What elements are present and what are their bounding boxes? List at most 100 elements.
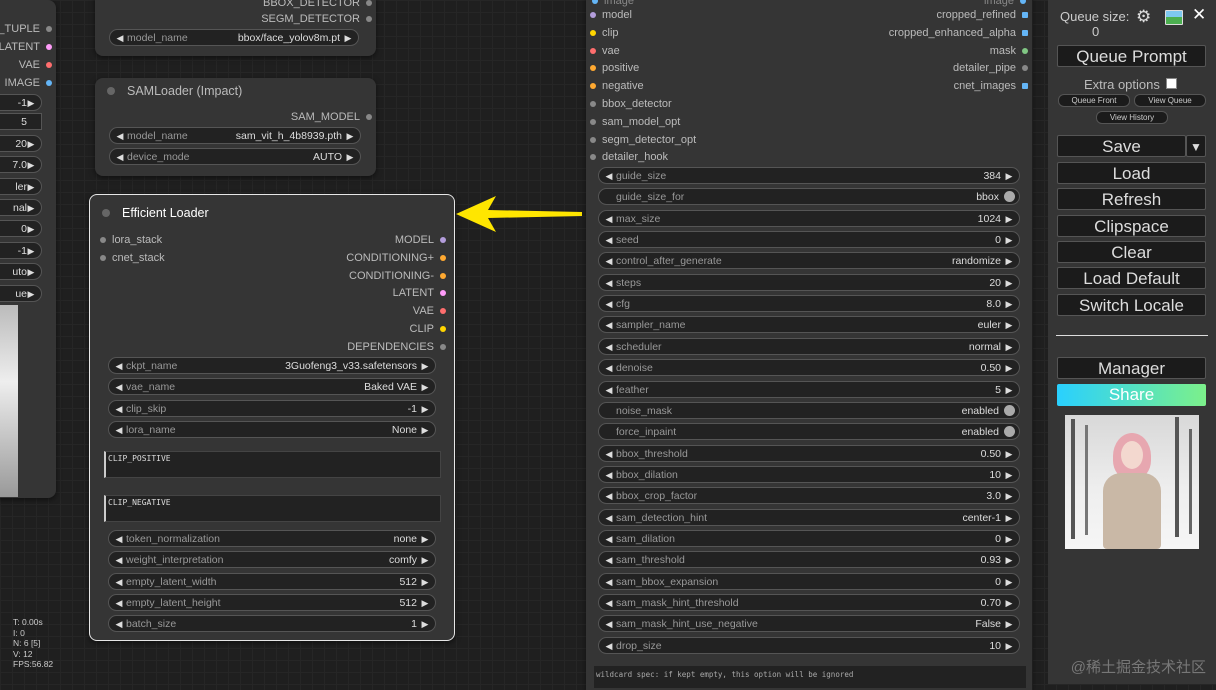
output-slot[interactable]: mask: [990, 44, 1028, 58]
decrement-arrow-icon[interactable]: ◀: [603, 275, 615, 292]
increment-arrow-icon[interactable]: ▶: [1003, 275, 1015, 292]
clipspace-button[interactable]: Clipspace: [1057, 215, 1206, 237]
decrement-arrow-icon[interactable]: ◀: [603, 232, 615, 249]
increment-arrow-icon[interactable]: ▶: [1003, 616, 1015, 633]
widget-row[interactable]: uto ▶: [0, 263, 42, 280]
increment-arrow-icon[interactable]: ▶: [344, 128, 356, 145]
decrement-arrow-icon[interactable]: ◀: [113, 595, 125, 612]
input-slot[interactable]: model: [590, 8, 632, 22]
widget-row[interactable]: 5: [0, 113, 42, 130]
decrement-arrow-icon[interactable]: ◀: [603, 574, 615, 591]
face-detailer-node[interactable]: image image model clip vae positive negative…: [586, 0, 1032, 690]
input-slot[interactable]: cnet_stack: [100, 251, 165, 265]
increment-arrow-icon[interactable]: ▶: [1003, 595, 1015, 612]
decrement-arrow-icon[interactable]: ◀: [603, 616, 615, 633]
decrement-arrow-icon[interactable]: ◀: [603, 253, 615, 270]
increment-arrow-icon[interactable]: ▶: [419, 531, 431, 548]
decrement-arrow-icon[interactable]: ◀: [603, 168, 615, 185]
increment-arrow-icon[interactable]: ▶: [1003, 467, 1015, 484]
decrement-arrow-icon[interactable]: ◀: [114, 30, 126, 47]
decrement-arrow-icon[interactable]: ◀: [113, 531, 125, 548]
increment-arrow-icon[interactable]: ▶: [25, 243, 37, 260]
widget-row[interactable]: guide_size_for bbox: [598, 188, 1020, 206]
input-slot[interactable]: clip: [590, 26, 619, 40]
increment-arrow-icon[interactable]: ▶: [25, 264, 37, 281]
increment-arrow-icon[interactable]: ▶: [25, 286, 37, 303]
decrement-arrow-icon[interactable]: ◀: [603, 488, 615, 505]
node-title[interactable]: SAMLoader (Impact): [95, 78, 376, 104]
toggle-switch-icon[interactable]: [1004, 191, 1015, 203]
view-queue-button[interactable]: View Queue: [1134, 94, 1206, 107]
widget-sam-device-mode[interactable]: ◀ device_mode AUTO ▶: [109, 148, 361, 165]
left-partial-node[interactable]: _TUPLE LATENT VAE IMAGE -1 ▶ 5 20 ▶ 7.0 ▶ ler ▶ nal ▶…: [0, 0, 56, 498]
decrement-arrow-icon[interactable]: ◀: [603, 296, 615, 313]
close-icon[interactable]: ✕: [1192, 5, 1206, 25]
output-slot[interactable]: detailer_pipe: [953, 61, 1028, 75]
decrement-arrow-icon[interactable]: ◀: [603, 510, 615, 527]
input-image[interactable]: image: [592, 0, 634, 8]
widget-row[interactable]: ◀ seed 0 ▶: [598, 231, 1020, 249]
widget-row[interactable]: ◀ sam_threshold 0.93 ▶: [598, 551, 1020, 569]
image-gallery-icon[interactable]: [1165, 10, 1183, 25]
output-slot[interactable]: cropped_enhanced_alpha: [889, 26, 1028, 40]
widget-row[interactable]: ◀ steps 20 ▶: [598, 273, 1020, 292]
input-slot[interactable]: vae: [590, 44, 620, 58]
widget-row[interactable]: ue ▶: [0, 285, 42, 302]
output-slot[interactable]: MODEL: [395, 233, 446, 247]
decrement-arrow-icon[interactable]: ◀: [114, 149, 126, 166]
increment-arrow-icon[interactable]: ▶: [1003, 339, 1015, 356]
increment-arrow-icon[interactable]: ▶: [1003, 552, 1015, 569]
decrement-arrow-icon[interactable]: ◀: [603, 467, 615, 484]
increment-arrow-icon[interactable]: ▶: [1003, 574, 1015, 591]
widget-row[interactable]: ◀ bbox_dilation 10 ▶: [598, 465, 1020, 484]
output-slot[interactable]: CLIP: [410, 322, 446, 336]
collapse-dot-icon[interactable]: [102, 209, 110, 217]
widget-row[interactable]: 20 ▶: [0, 135, 42, 152]
widget-row[interactable]: ◀ cfg 8.0 ▶: [598, 295, 1020, 313]
decrement-arrow-icon[interactable]: ◀: [113, 574, 125, 591]
queue-front-button[interactable]: Queue Front: [1058, 94, 1130, 107]
output-sam-model[interactable]: SAM_MODEL: [291, 110, 372, 124]
toggle-switch-icon[interactable]: [1004, 404, 1015, 416]
increment-arrow-icon[interactable]: ▶: [1003, 360, 1015, 377]
increment-arrow-icon[interactable]: ▶: [1003, 211, 1015, 228]
widget-row[interactable]: 7.0 ▶: [0, 156, 42, 173]
save-button[interactable]: Save: [1057, 135, 1186, 157]
increment-arrow-icon[interactable]: ▶: [1003, 232, 1015, 249]
output-slot[interactable]: LATENT: [0, 40, 52, 54]
decrement-arrow-icon[interactable]: ◀: [114, 128, 126, 145]
widget-row[interactable]: ◀ sam_dilation 0 ▶: [598, 529, 1020, 547]
output-slot[interactable]: cropped_refined: [936, 8, 1028, 22]
decrement-arrow-icon[interactable]: ◀: [113, 422, 125, 439]
decrement-arrow-icon[interactable]: ◀: [603, 446, 615, 463]
widget-row[interactable]: ◀ bbox_crop_factor 3.0 ▶: [598, 487, 1020, 505]
widget-row[interactable]: ◀ guide_size 384 ▶: [598, 167, 1020, 184]
output-bbox-detector[interactable]: BBOX_DETECTOR: [263, 0, 372, 10]
increment-arrow-icon[interactable]: ▶: [419, 574, 431, 591]
widget-row[interactable]: ◀ batch_size 1 ▶: [108, 615, 436, 633]
widget-row[interactable]: noise_mask enabled: [598, 401, 1020, 419]
view-history-button[interactable]: View History: [1096, 111, 1168, 124]
widget-row[interactable]: ◀ vae_name Baked VAE ▶: [108, 378, 436, 396]
input-slot[interactable]: lora_stack: [100, 233, 162, 247]
input-slot[interactable]: negative: [590, 79, 644, 93]
widget-row[interactable]: -1 ▶: [0, 242, 42, 259]
collapse-dot-icon[interactable]: [107, 87, 115, 95]
decrement-arrow-icon[interactable]: ◀: [113, 379, 125, 396]
share-button[interactable]: Share: [1057, 384, 1206, 406]
widget-row[interactable]: ◀ bbox_threshold 0.50 ▶: [598, 444, 1020, 463]
output-slot[interactable]: IMAGE: [5, 76, 52, 90]
output-slot[interactable]: DEPENDENCIES: [347, 340, 446, 354]
widget-row[interactable]: ◀ sam_mask_hint_threshold 0.70 ▶: [598, 594, 1020, 611]
clip-negative-textarea[interactable]: CLIP_NEGATIVE: [104, 495, 441, 522]
output-preview-image[interactable]: [1065, 415, 1199, 549]
widget-row[interactable]: ◀ weight_interpretation comfy ▶: [108, 551, 436, 569]
increment-arrow-icon[interactable]: ▶: [419, 616, 431, 633]
increment-arrow-icon[interactable]: ▶: [344, 149, 356, 166]
widget-row[interactable]: ◀ max_size 1024 ▶: [598, 209, 1020, 228]
efficient-loader-node[interactable]: Efficient Loader lora_stack cnet_stack MO…: [89, 194, 455, 641]
widget-row[interactable]: ◀ sam_detection_hint center-1 ▶: [598, 508, 1020, 527]
gear-icon[interactable]: ⚙: [1136, 7, 1151, 27]
detector-provider-node[interactable]: BBOX_DETECTOR SEGM_DETECTOR ◀ model_name…: [95, 0, 376, 56]
decrement-arrow-icon[interactable]: ◀: [113, 401, 125, 418]
